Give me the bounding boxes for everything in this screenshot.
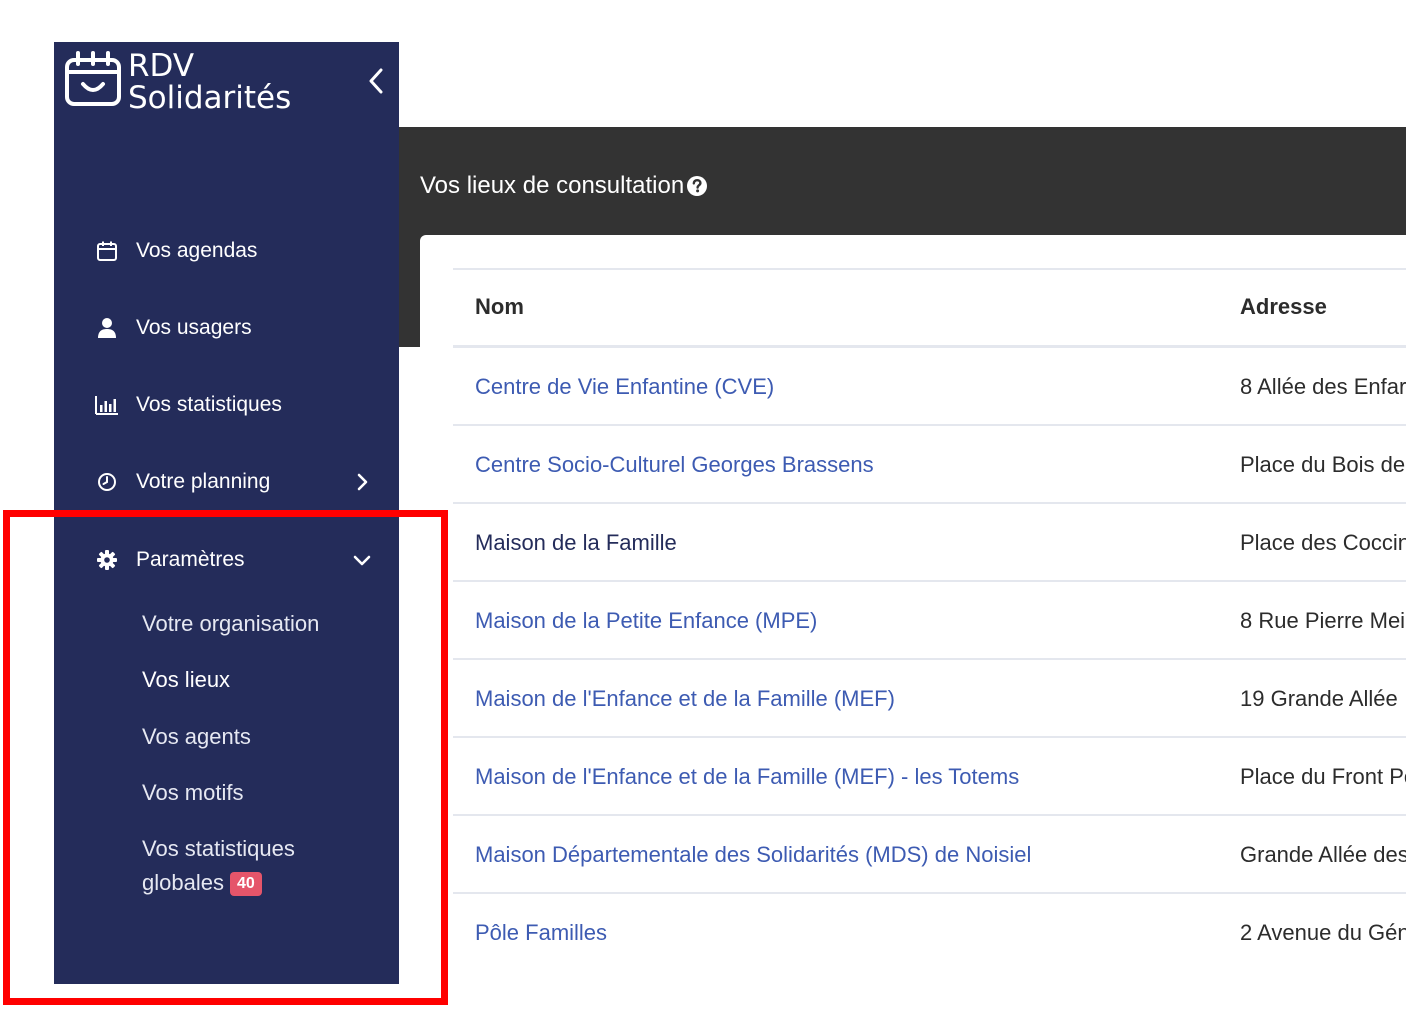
table-row: Maison de la Petite Enfance (MPE) 8 Rue … [453,582,1406,660]
subitem-label-line-1: Vos statistiques [142,836,295,861]
subitem-organisation[interactable]: Votre organisation [142,607,319,641]
table-row: Centre de Vie Enfantine (CVE) 8 Allée de… [453,348,1406,426]
lieu-name-link[interactable]: Pôle Familles [475,920,607,946]
bar-chart-icon [94,392,120,418]
lieu-address: Place des Coccin [1240,530,1406,555]
chevron-down-icon [350,548,374,572]
sidebar-item-label: Votre planning [136,470,271,493]
lieu-address: Grande Allée des [1240,842,1406,867]
lieu-address: 19 Grande Allée [1240,686,1398,711]
brand-line-2: Solidarités [128,80,292,116]
subitem-motifs[interactable]: Vos motifs [142,776,243,810]
lieu-address: Place du Bois de [1240,452,1406,477]
chevron-left-icon [369,68,383,94]
sidebar-item-planning[interactable]: Votre planning [94,462,374,502]
page-title-text: Vos lieux de consultation [420,172,685,199]
subitem-lieux[interactable]: Vos lieux [142,663,230,697]
lieu-name-link[interactable]: Maison de la Petite Enfance (MPE) [475,608,817,634]
brand[interactable]: RDV Solidarités [64,50,291,114]
count-badge: 40 [229,872,262,896]
sidebar-item-label: Vos agendas [136,239,258,262]
lieu-name-link[interactable]: Maison Départementale des Solidarités (M… [475,842,1031,868]
brand-line-1: RDV [128,48,195,84]
help-icon[interactable] [686,175,708,197]
lieu-address: Place du Front Po [1240,764,1406,789]
lieu-address: 8 Rue Pierre Mei [1240,608,1406,633]
lieu-name-link[interactable]: Centre Socio-Culturel Georges Brassens [475,452,874,478]
lieux-card: Nom Adresse Centre de Vie Enfantine (CVE… [420,235,1406,1022]
subitem-label-line-2: globales 40 [142,866,295,900]
lieu-name-link[interactable]: Maison de l'Enfance et de la Famille (ME… [475,764,1019,790]
column-header-nom[interactable]: Nom [475,294,524,320]
lieux-table: Nom Adresse Centre de Vie Enfantine (CVE… [453,268,1406,972]
sidebar-item-agendas[interactable]: Vos agendas [94,231,374,271]
brand-name: RDV Solidarités [128,50,291,114]
subitem-label-text: globales [142,870,224,895]
lieu-name-link[interactable]: Maison de la Famille [475,530,677,556]
sidebar: RDV Solidarités Vos agendas Vos usagers … [54,42,399,984]
collapse-sidebar-button[interactable] [364,64,388,98]
sidebar-item-statistiques[interactable]: Vos statistiques [94,385,374,425]
subitem-statistiques-globales[interactable]: Vos statistiques globales 40 [142,832,295,900]
table-row: Maison de la Famille Place des Coccin [453,504,1406,582]
sidebar-item-label: Vos usagers [136,316,252,339]
table-clip: Nom Adresse Centre de Vie Enfantine (CVE… [420,235,1406,1022]
calendar-smile-logo-icon [65,51,121,106]
table-row: Maison de l'Enfance et de la Famille (ME… [453,738,1406,816]
page-title: Vos lieux de consultation [420,172,708,200]
column-header-adresse[interactable]: Adresse [1240,294,1327,320]
lieu-name-link[interactable]: Centre de Vie Enfantine (CVE) [475,374,774,400]
lieu-address: 8 Allée des Enfar [1240,374,1406,399]
calendar-icon [94,238,120,264]
subitem-agents[interactable]: Vos agents [142,720,251,754]
sidebar-item-usagers[interactable]: Vos usagers [94,308,374,348]
table-row: Maison Départementale des Solidarités (M… [453,816,1406,894]
sidebar-item-label: Paramètres [136,548,245,571]
chevron-right-icon [350,470,374,494]
clock-icon [94,469,120,495]
table-row: Pôle Familles 2 Avenue du Gén [453,894,1406,972]
lieu-name-link[interactable]: Maison de l'Enfance et de la Famille (ME… [475,686,895,712]
table-header: Nom Adresse [453,270,1406,348]
user-icon [94,315,120,341]
table-row: Centre Socio-Culturel Georges Brassens P… [453,426,1406,504]
table-row: Maison de l'Enfance et de la Famille (ME… [453,660,1406,738]
gear-icon [94,547,120,573]
sidebar-item-label: Vos statistiques [136,393,282,416]
sidebar-item-parametres[interactable]: Paramètres [94,540,374,580]
lieu-address: 2 Avenue du Gén [1240,920,1406,945]
